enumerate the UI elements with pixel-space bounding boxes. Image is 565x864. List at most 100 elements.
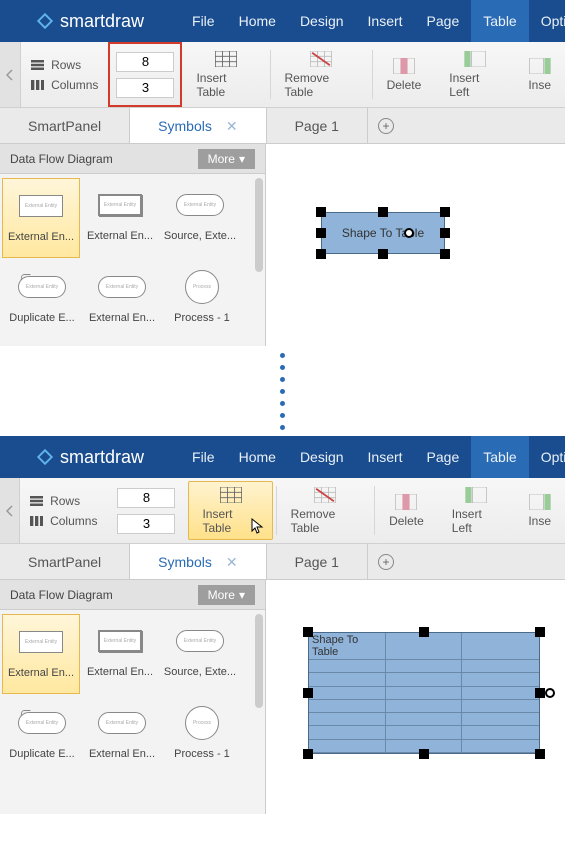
shape-item[interactable]: External EntityExternal En... xyxy=(2,178,80,258)
table-cell[interactable] xyxy=(386,687,463,700)
tab-smartpanel[interactable]: SmartPanel xyxy=(0,544,130,579)
scrollbar-thumb[interactable] xyxy=(255,614,263,708)
close-tab-icon[interactable]: ✕ xyxy=(226,108,238,144)
table-cell[interactable] xyxy=(309,660,386,673)
resize-handle[interactable] xyxy=(378,249,388,259)
rows-input[interactable] xyxy=(116,52,174,72)
shape-item[interactable]: External EntityExternal En... xyxy=(80,614,160,696)
insert-left-button[interactable]: Insert Left xyxy=(435,42,514,107)
table-cell[interactable] xyxy=(462,673,539,686)
menu-home[interactable]: Home xyxy=(227,436,288,478)
selected-shape[interactable]: Shape To Table xyxy=(321,212,445,254)
more-button[interactable]: More▾ xyxy=(198,149,255,169)
resize-handle[interactable] xyxy=(316,228,326,238)
resize-handle[interactable] xyxy=(535,688,545,698)
close-tab-icon[interactable]: ✕ xyxy=(226,544,238,580)
tab-page1[interactable]: Page 1 xyxy=(267,544,368,579)
menu-file[interactable]: File xyxy=(180,436,227,478)
table-cell[interactable] xyxy=(309,673,386,686)
columns-input[interactable] xyxy=(117,514,175,534)
shape-item[interactable]: External EntitySource, Exte... xyxy=(160,178,240,260)
table-cell[interactable]: Shape To Table xyxy=(309,633,386,660)
add-page-button[interactable]: + xyxy=(368,108,404,143)
rows-input[interactable] xyxy=(117,488,175,508)
table-cell[interactable] xyxy=(309,726,386,739)
menu-option[interactable]: Option xyxy=(529,0,565,42)
table-cell[interactable] xyxy=(309,713,386,726)
menu-insert[interactable]: Insert xyxy=(356,0,415,42)
resize-handle[interactable] xyxy=(419,749,429,759)
resize-handle[interactable] xyxy=(316,249,326,259)
table-cell[interactable] xyxy=(462,713,539,726)
shape-item[interactable]: ProcessProcess - 1 xyxy=(162,260,242,342)
menu-design[interactable]: Design xyxy=(288,436,356,478)
remove-table-button[interactable]: Remove Table xyxy=(277,478,375,543)
tab-symbols[interactable]: Symbols✕ xyxy=(130,544,266,579)
table-cell[interactable] xyxy=(462,726,539,739)
resize-handle[interactable] xyxy=(316,207,326,217)
delete-button[interactable]: Delete xyxy=(373,42,436,107)
menu-page[interactable]: Page xyxy=(415,436,472,478)
menu-design[interactable]: Design xyxy=(288,0,356,42)
insert-left-button[interactable]: Insert Left xyxy=(438,478,515,543)
shape-item[interactable]: ProcessProcess - 1 xyxy=(162,696,242,778)
menu-table[interactable]: Table xyxy=(471,436,528,478)
scrollbar-thumb[interactable] xyxy=(255,178,263,272)
resize-handle[interactable] xyxy=(535,749,545,759)
resize-handle[interactable] xyxy=(303,688,313,698)
resize-handle[interactable] xyxy=(378,207,388,217)
ribbon-collapse-button[interactable] xyxy=(0,478,20,543)
tab-page1[interactable]: Page 1 xyxy=(267,108,368,143)
insert-table-button[interactable]: Insert Table xyxy=(182,42,269,107)
insert-right-button[interactable]: Inse xyxy=(514,478,565,543)
menu-home[interactable]: Home xyxy=(227,0,288,42)
menu-option[interactable]: Option xyxy=(529,436,565,478)
table-cell[interactable] xyxy=(386,660,463,673)
canvas[interactable]: Shape To Table xyxy=(266,580,565,814)
table-cell[interactable] xyxy=(462,740,539,753)
ribbon-collapse-button[interactable] xyxy=(0,42,21,107)
resize-handle[interactable] xyxy=(535,627,545,637)
insert-table-button-hover[interactable]: Insert Table xyxy=(188,481,272,540)
more-button[interactable]: More▾ xyxy=(198,585,255,605)
insert-right-button[interactable]: Inse xyxy=(514,42,565,107)
shape-item[interactable]: External EntitySource, Exte... xyxy=(160,614,240,696)
rotate-handle[interactable] xyxy=(404,228,414,238)
shape-item[interactable]: External EntityExternal En... xyxy=(82,260,162,342)
add-page-button[interactable]: + xyxy=(368,544,404,579)
table-cell[interactable] xyxy=(386,726,463,739)
table-cell[interactable] xyxy=(309,740,386,753)
selected-table-shape[interactable]: Shape To Table xyxy=(308,632,540,754)
table-cell[interactable] xyxy=(386,700,463,713)
resize-handle[interactable] xyxy=(440,207,450,217)
resize-handle[interactable] xyxy=(440,249,450,259)
resize-handle[interactable] xyxy=(440,228,450,238)
columns-input[interactable] xyxy=(116,78,174,98)
rotate-handle[interactable] xyxy=(545,688,555,698)
shape-item[interactable]: External EntityDuplicate E... xyxy=(2,260,82,342)
resize-handle[interactable] xyxy=(303,749,313,759)
table-cell[interactable] xyxy=(462,700,539,713)
menu-table[interactable]: Table xyxy=(471,0,528,42)
table-cell[interactable] xyxy=(462,633,539,660)
table-cell[interactable] xyxy=(386,673,463,686)
shape-item[interactable]: External EntityExternal En... xyxy=(2,614,80,694)
tab-smartpanel[interactable]: SmartPanel xyxy=(0,108,130,143)
menu-insert[interactable]: Insert xyxy=(356,436,415,478)
canvas[interactable]: Shape To Table xyxy=(266,144,565,346)
table-cell[interactable] xyxy=(386,633,463,660)
table-cell[interactable] xyxy=(386,713,463,726)
shape-item[interactable]: External EntityExternal En... xyxy=(80,178,160,260)
resize-handle[interactable] xyxy=(419,627,429,637)
table-cell[interactable] xyxy=(309,687,386,700)
tab-symbols[interactable]: Symbols✕ xyxy=(130,108,266,143)
menu-page[interactable]: Page xyxy=(415,0,472,42)
remove-table-button[interactable]: Remove Table xyxy=(271,42,372,107)
resize-handle[interactable] xyxy=(303,627,313,637)
table-cell[interactable] xyxy=(462,660,539,673)
table-cell[interactable] xyxy=(462,687,539,700)
table-cell[interactable] xyxy=(309,700,386,713)
shape-item[interactable]: External EntityDuplicate E... xyxy=(2,696,82,778)
menu-file[interactable]: File xyxy=(180,0,227,42)
shape-item[interactable]: External EntityExternal En... xyxy=(82,696,162,778)
